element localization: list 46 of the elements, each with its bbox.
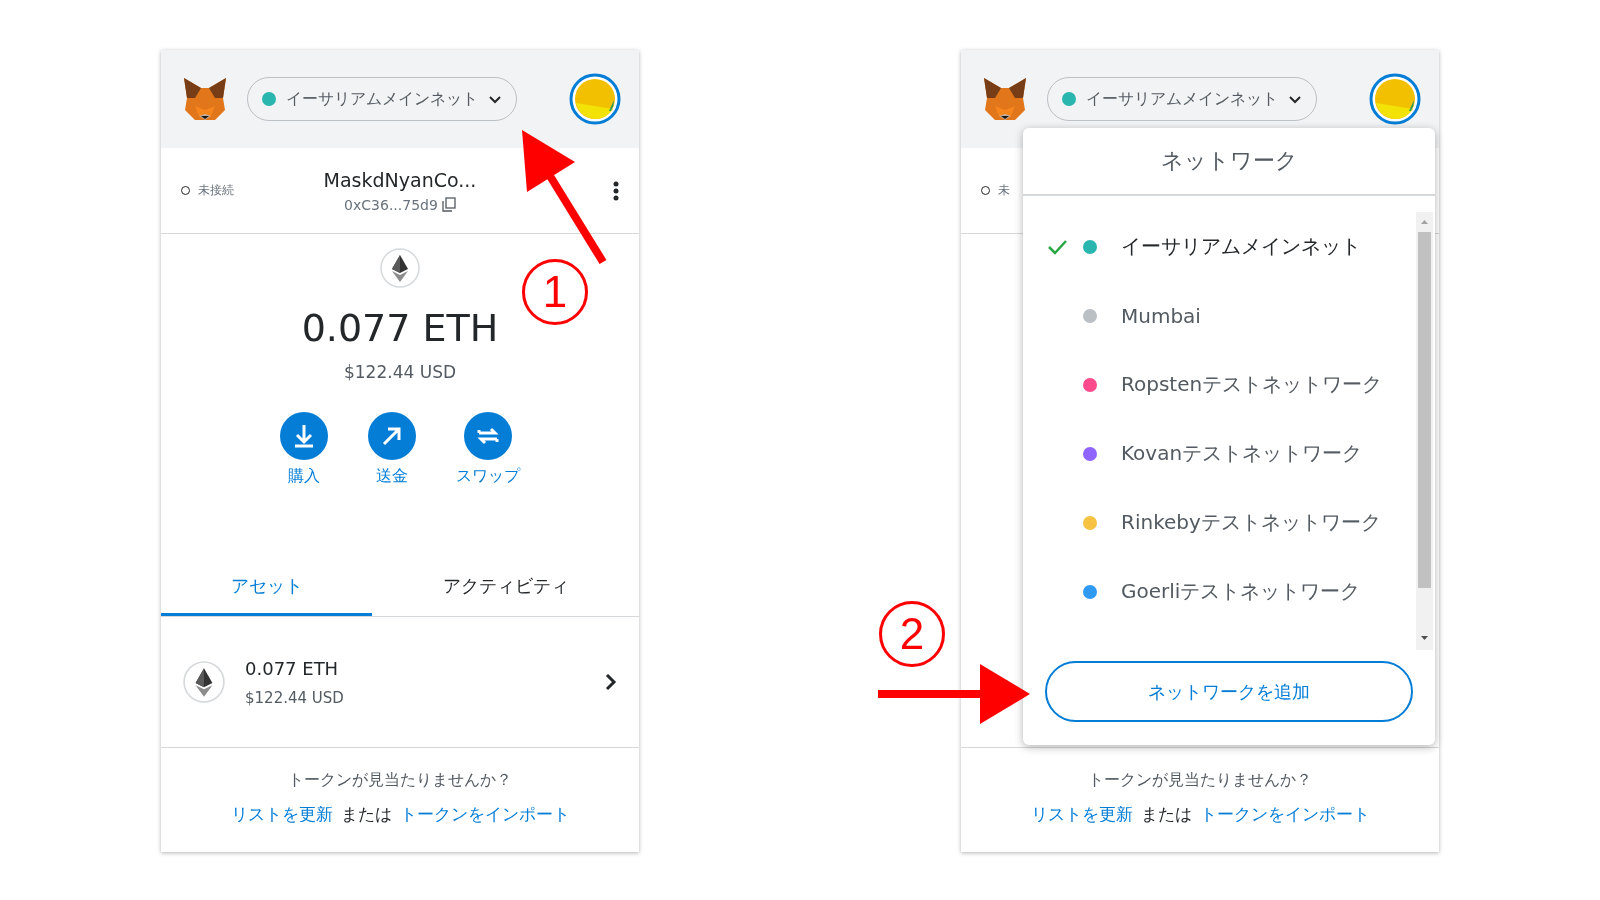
conjunction-text: または [1140,803,1192,826]
conjunction-text: または [340,803,392,826]
network-option[interactable]: Kovanテストネットワーク [1023,419,1416,488]
chevron-down-icon [488,94,502,104]
connection-status: 未接続 [198,182,234,199]
network-option[interactable]: イーサリアムメインネット [1023,212,1416,281]
add-network-button[interactable]: ネットワークを追加 [1045,661,1413,722]
network-option[interactable]: Goerliテストネットワーク [1023,557,1416,626]
ethereum-icon [183,661,225,703]
balance-amount: 0.077 ETH [301,308,499,350]
swap-button[interactable]: スワップ [456,411,520,487]
buy-button[interactable]: 購入 [280,411,328,487]
help-question: トークンが見当たりませんか？ [288,770,512,791]
account-avatar-icon[interactable] [1369,73,1421,125]
asset-amount: 0.077 ETH [245,657,340,679]
help-question: トークンが見当たりませんか？ [1088,770,1312,791]
refresh-list-link[interactable]: リストを更新 [1030,803,1133,826]
import-token-link[interactable]: トークンをインポート [1199,803,1370,826]
step-number: 1 [522,259,588,325]
import-token-link[interactable]: トークンをインポート [399,803,570,826]
network-option[interactable]: Ropstenテストネットワーク [1023,350,1416,419]
fox-logo-icon [181,76,229,122]
more-options-icon[interactable] [613,180,619,201]
chevron-right-icon [605,673,617,691]
fiat-balance: $122.44 USD [344,361,456,382]
scrollbar[interactable] [1416,212,1433,650]
step-number: 2 [879,601,945,667]
account-address: 0xC36...75d9 [344,196,438,213]
network-option[interactable]: Rinkebyテストネットワーク [1023,488,1416,557]
tab[interactable]: アセット [161,558,372,616]
refresh-list-link[interactable]: リストを更新 [230,803,333,826]
connection-status: 未 [998,182,1010,199]
send-button[interactable]: 送金 [368,411,416,487]
swap-icon [464,411,512,460]
asset-fiat: $122.44 USD [245,688,345,707]
ethereum-icon [380,248,420,288]
network-option[interactable]: Mumbai [1023,281,1416,350]
menu-title: ネットワーク [1023,128,1435,196]
copy-icon[interactable] [441,197,456,212]
download-icon [280,411,328,460]
asset-row[interactable]: 0.077 ETH $122.44 USD [161,617,639,748]
account-name[interactable]: MaskdNyanCo... [323,168,477,191]
tab[interactable]: アクティビティ [372,558,639,616]
fox-logo-icon [981,76,1029,122]
account-avatar-icon[interactable] [569,73,621,125]
chevron-down-icon [1288,94,1302,104]
